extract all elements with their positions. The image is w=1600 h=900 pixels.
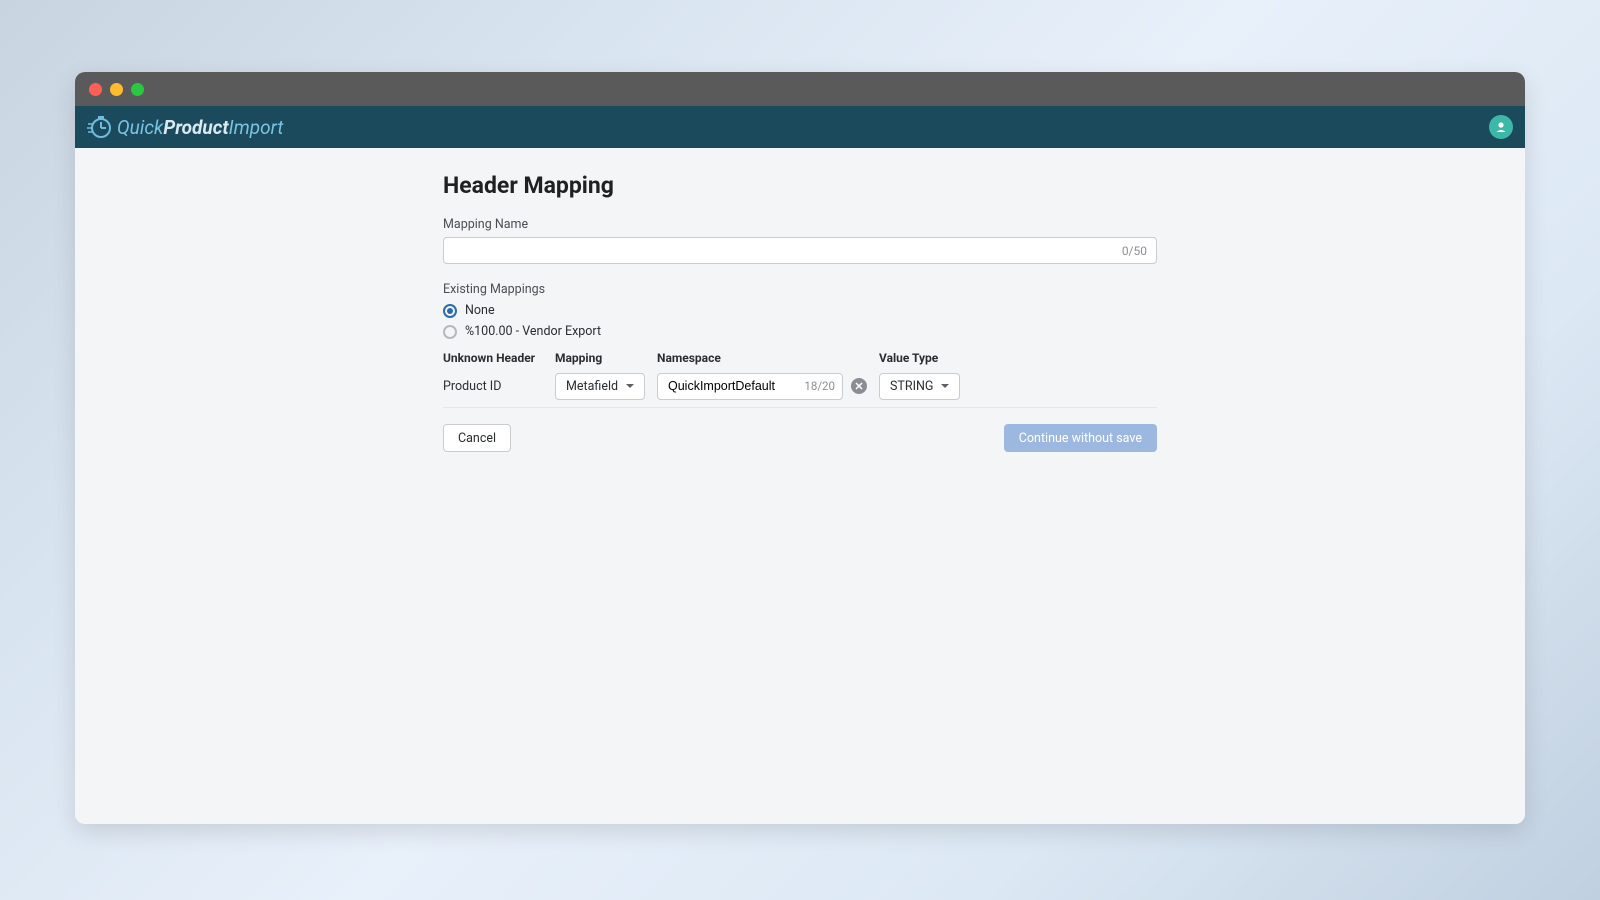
maximize-window-icon[interactable] [131,83,144,96]
mapping-dropdown-value: Metafield [566,379,618,394]
brand: QuickProductImport [87,114,283,140]
stopwatch-icon [87,114,113,140]
app-window: QuickProductImport Header Mapping Mappin… [75,72,1525,824]
appbar: QuickProductImport [75,106,1525,148]
mapping-name-counter: 0/50 [1122,244,1147,258]
content: Header Mapping Mapping Name 0/50 Existin… [75,148,1525,824]
radio-label: %100.00 - Vendor Export [465,324,601,339]
clear-namespace-icon[interactable] [851,378,867,394]
brand-quick: Quick [117,116,163,139]
user-avatar-icon[interactable] [1489,115,1513,139]
mapping-dropdown[interactable]: Metafield [555,373,645,400]
mapping-name-input[interactable] [443,237,1157,264]
cancel-button[interactable]: Cancel [443,424,511,452]
col-unknown-header: Unknown Header [443,351,543,365]
mapping-name-label: Mapping Name [443,217,1157,232]
radio-icon [443,304,457,318]
mapping-table: Unknown Header Mapping Namespace Value T… [443,351,1157,408]
titlebar [75,72,1525,106]
page-title: Header Mapping [443,172,1157,199]
col-mapping: Mapping [555,351,645,365]
col-value-type: Value Type [879,351,969,365]
value-type-dropdown[interactable]: STRING [879,373,960,400]
continue-without-save-button[interactable]: Continue without save [1004,424,1157,452]
radio-option-none[interactable]: None [443,303,1157,318]
namespace-counter: 18/20 [804,379,835,393]
chevron-down-icon [626,384,634,388]
radio-option-vendor-export[interactable]: %100.00 - Vendor Export [443,324,1157,339]
table-head: Unknown Header Mapping Namespace Value T… [443,351,1157,365]
radio-label: None [465,303,495,318]
col-namespace: Namespace [657,351,867,365]
footer-row: Cancel Continue without save [443,424,1157,452]
chevron-down-icon [941,384,949,388]
brand-product: Product [163,116,228,139]
panel: Header Mapping Mapping Name 0/50 Existin… [443,172,1157,824]
close-window-icon[interactable] [89,83,102,96]
existing-mappings-label: Existing Mappings [443,282,1157,297]
brand-import: Import [229,116,284,139]
value-type-dropdown-value: STRING [890,379,933,394]
table-row: Product ID Metafield 18/20 [443,371,1157,401]
minimize-window-icon[interactable] [110,83,123,96]
unknown-header-value: Product ID [443,379,543,394]
radio-icon [443,325,457,339]
